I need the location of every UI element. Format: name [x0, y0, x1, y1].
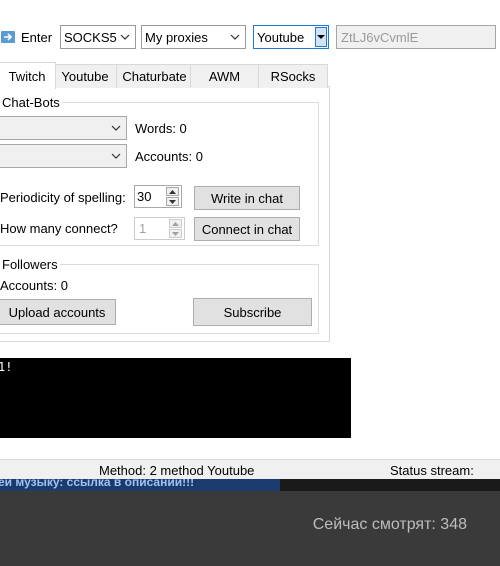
stream-id-value: ZtLJ6vCvmlE — [341, 29, 419, 45]
followers-accounts-count: Accounts: 0 — [0, 278, 68, 293]
tab-label: Youtube — [61, 69, 109, 84]
video-banner: ей музыку: ссылка в описании!!! — [0, 479, 280, 491]
viewer-count: Сейчас смотрят: 348 — [312, 516, 467, 533]
status-bar: Method: 2 method Youtube Status stream: — [0, 459, 500, 481]
stream-status: Status stream: — [390, 463, 474, 478]
accounts-select[interactable] — [0, 144, 127, 168]
proxy-type-value: SOCKS5 — [64, 29, 117, 45]
spin-down-button[interactable] — [166, 197, 179, 206]
spin-down-button[interactable] — [169, 229, 182, 238]
enter-button[interactable]: Enter — [0, 25, 56, 49]
log-text: 1! — [0, 360, 13, 374]
accounts-count: Accounts: 0 — [135, 149, 203, 164]
tab-awm[interactable]: AWM — [190, 64, 259, 88]
subscribe-button[interactable]: Subscribe — [193, 298, 312, 326]
method-status: Method: 2 method Youtube — [99, 463, 255, 478]
platform-select[interactable]: Youtube — [253, 25, 329, 49]
caret-down-icon — [172, 231, 179, 236]
periodicity-value: 30 — [137, 189, 152, 204]
caret-up-icon — [169, 189, 176, 194]
connect-in-chat-button[interactable]: Connect in chat — [194, 217, 300, 241]
enter-label: Enter — [21, 29, 53, 45]
upload-accounts-label: Upload accounts — [8, 304, 106, 320]
platform-value: Youtube — [257, 29, 305, 45]
tab-label: RSocks — [270, 69, 316, 84]
tab-twitch[interactable]: Twitch — [0, 62, 56, 89]
viewer-overlay: Сейчас смотрят: 348 — [0, 491, 500, 566]
tab-bar: Twitch Youtube Chaturbate AWM RSocks — [0, 62, 330, 89]
chevron-down-icon — [230, 34, 240, 40]
proxy-type-select[interactable]: SOCKS5 — [60, 25, 136, 49]
caret-down-icon — [169, 199, 176, 204]
connect-count-stepper[interactable]: 1 — [134, 217, 185, 240]
upload-accounts-button[interactable]: Upload accounts — [0, 299, 116, 325]
proxy-list-select[interactable]: My proxies — [141, 25, 246, 49]
followers-title: Followers — [0, 257, 60, 272]
periodicity-label: Periodicity of spelling: — [0, 190, 126, 205]
tab-label: Chaturbate — [122, 69, 187, 84]
connect-in-chat-label: Connect in chat — [201, 221, 293, 237]
tab-label: Twitch — [8, 68, 46, 84]
platform-dropdown-button[interactable] — [315, 27, 327, 47]
words-count: Words: 0 — [135, 121, 187, 136]
stream-id-input[interactable]: ZtLJ6vCvmlE — [336, 25, 496, 49]
tab-rsocks[interactable]: RSocks — [258, 64, 328, 88]
proxy-list-value: My proxies — [145, 29, 208, 45]
video-player: ей музыку: ссылка в описании!!! Сейчас с… — [0, 479, 500, 566]
spin-up-button[interactable] — [166, 187, 179, 196]
connect-count-label: How many connect? — [0, 221, 118, 236]
chevron-down-icon — [111, 125, 121, 131]
tab-youtube[interactable]: Youtube — [53, 64, 117, 88]
video-banner-text: ей музыку: ссылка в описании!!! — [0, 479, 195, 489]
words-select[interactable] — [0, 116, 127, 140]
video-strip — [280, 479, 500, 491]
spin-up-button[interactable] — [169, 219, 182, 228]
log-console: 1! — [0, 358, 351, 438]
caret-up-icon — [172, 221, 179, 226]
chevron-down-icon — [111, 153, 121, 159]
tab-chaturbate[interactable]: Chaturbate — [116, 64, 193, 88]
chevron-down-icon — [120, 34, 130, 40]
write-in-chat-button[interactable]: Write in chat — [194, 186, 300, 210]
enter-icon — [1, 31, 15, 43]
tab-label: AWM — [208, 69, 241, 84]
subscribe-label: Subscribe — [223, 304, 282, 320]
connect-count-value: 1 — [139, 221, 147, 236]
chat-bots-title: Chat-Bots — [0, 95, 62, 110]
chevron-down-icon — [317, 35, 325, 39]
periodicity-stepper[interactable]: 30 — [134, 185, 182, 208]
write-in-chat-label: Write in chat — [210, 190, 283, 206]
